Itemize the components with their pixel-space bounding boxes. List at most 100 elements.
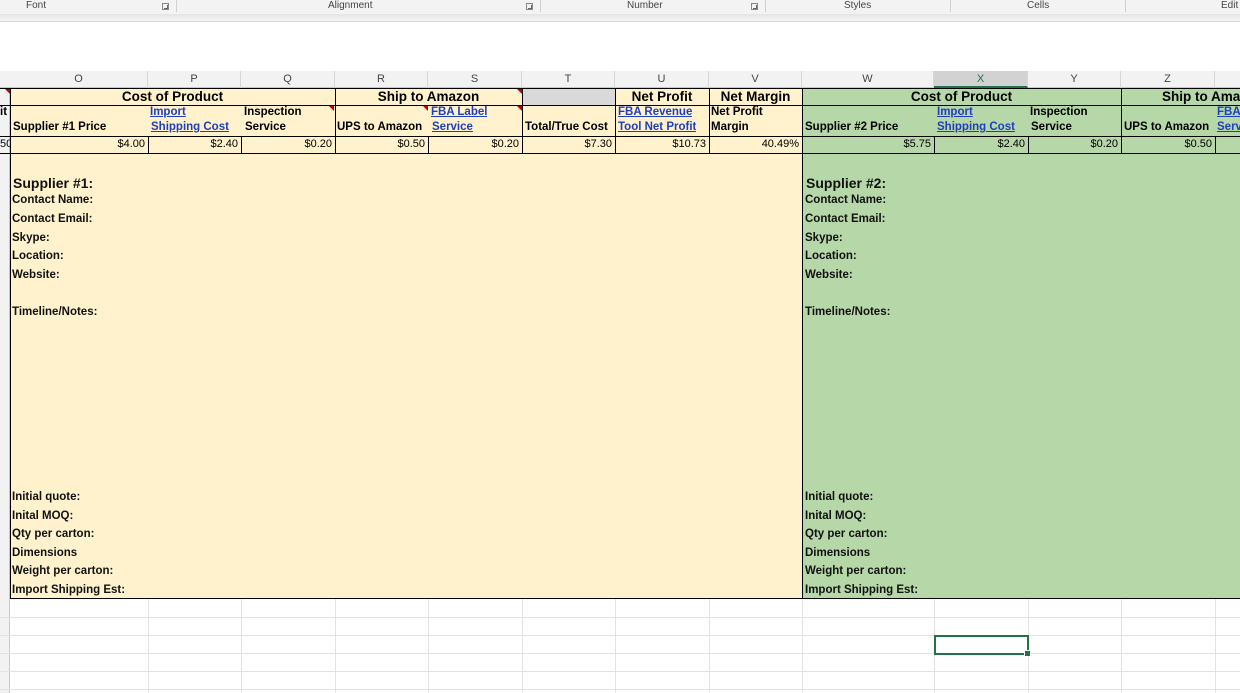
supplier-2-title[interactable]: Supplier #2: [806,175,886,191]
total-true-cost-label[interactable]: Total/True Cost [525,121,608,133]
supplier-2-skype[interactable]: Skype: [805,232,843,244]
net-profit-margin-label-line1[interactable]: Net Profit [711,106,763,118]
comment-indicator-icon [517,106,522,111]
cost-of-product-header-2[interactable]: Cost of Product [802,88,1121,105]
ups-to-amazon-label-2[interactable]: UPS to Amazon [1124,121,1209,133]
fba-label-service-link-line2[interactable]: Service [432,121,473,133]
cost-of-product-header-1[interactable]: Cost of Product [10,88,335,105]
fba-label-service-link-2-line2[interactable]: Serv [1217,121,1240,133]
supplier-1-weight-per-carton[interactable]: Weight per carton: [12,565,113,577]
supplier-2-dimensions[interactable]: Dimensions [805,547,870,559]
supplier-2-contact-email[interactable]: Contact Email: [805,213,886,225]
ship-to-amazon-header-2[interactable]: Ship to Ama [1162,88,1240,105]
fba-label-service-link-2-line1[interactable]: FBA [1217,106,1240,118]
supplier-1-timeline-notes[interactable]: Timeline/Notes: [12,306,97,318]
grid-line [428,599,429,693]
inspection-label-2-line1[interactable]: Inspection [1030,106,1088,118]
grid-line [522,599,523,693]
supplier-1-price-label[interactable]: Supplier #1 Price [13,121,106,133]
supplier-1-contact-name[interactable]: Contact Name: [12,194,93,206]
inspection-label-1-line2[interactable]: Service [245,121,286,133]
supplier-1-skype[interactable]: Skype: [12,232,50,244]
supplier-2-contact-name[interactable]: Contact Name: [805,194,886,206]
fba-label-service-link-line1[interactable]: FBA Label [431,106,487,118]
fba-revenue-tool-link-line1[interactable]: FBA Revenue [618,106,692,118]
import-shipping-link-2-line1[interactable]: Import [937,106,973,118]
net-margin-value[interactable]: 40.49% [709,138,802,150]
supplier-1-price-value[interactable]: $4.00 [10,138,148,150]
grid-line [1215,599,1216,693]
column-header-p[interactable]: P [148,71,241,88]
grid-line [0,635,1240,636]
ups-2-value[interactable]: $0.50 [1121,138,1215,150]
import-shipping-link-2-line2[interactable]: Shipping Cost [937,121,1015,133]
number-dialog-launcher-icon[interactable] [751,3,758,10]
supplier-2-initial-quote[interactable]: Initial quote: [805,491,873,503]
supplier-2-import-shipping-est[interactable]: Import Shipping Est: [805,584,918,596]
supplier-1-dimensions[interactable]: Dimensions [12,547,77,559]
ribbon-group-alignment: Alignment [328,0,373,11]
inspection-label-1-line1[interactable]: Inspection [244,106,302,118]
ups-to-amazon-label-1[interactable]: UPS to Amazon [337,121,422,133]
inspection-1-value[interactable]: $0.20 [241,138,335,150]
supplier-2-qty-per-carton[interactable]: Qty per carton: [805,528,887,540]
supplier-2-timeline-notes[interactable]: Timeline/Notes: [805,306,890,318]
border-line [802,88,803,599]
column-header-s[interactable]: S [428,71,522,88]
supplier-1-contact-email[interactable]: Contact Email: [12,213,93,225]
ups-1-value[interactable]: $0.50 [335,138,428,150]
column-header-t[interactable]: T [522,71,615,88]
supplier-1-website[interactable]: Website: [12,269,60,281]
fba-revenue-tool-link-line2[interactable]: Tool Net Profit [618,121,696,133]
ribbon-group-editing: Edit [1221,0,1239,11]
inspection-2-value[interactable]: $0.20 [1028,138,1121,150]
import-shipping-link-1-line1[interactable]: Import [150,106,186,118]
column-header-u[interactable]: U [615,71,709,88]
alignment-dialog-launcher-icon[interactable] [526,3,533,10]
ship-to-amazon-header-1[interactable]: Ship to Amazon [335,88,522,105]
supplier-2-weight-per-carton[interactable]: Weight per carton: [805,565,906,577]
supplier-2-moq[interactable]: Inital MOQ: [805,510,866,522]
supplier-1-qty-per-carton[interactable]: Qty per carton: [12,528,94,540]
grid-line [148,599,149,693]
column-header-x[interactable]: X [934,71,1028,88]
supplier-1-location[interactable]: Location: [12,250,64,262]
import-shipping-link-1-line2[interactable]: Shipping Cost [151,121,229,133]
partial-header-left: it [0,106,8,118]
border-line [1215,136,1216,153]
total-cost-value[interactable]: $7.30 [522,138,615,150]
partial-value-left: 50 [0,138,10,150]
border-line [0,153,1240,154]
comment-indicator-icon [329,106,334,111]
net-profit-header[interactable]: Net Profit [615,88,709,105]
net-profit-margin-label-line2[interactable]: Margin [711,121,749,133]
font-dialog-launcher-icon[interactable] [162,3,169,10]
supplier-1-initial-quote[interactable]: Initial quote: [12,491,80,503]
column-header-w[interactable]: W [802,71,934,88]
supplier-1-moq[interactable]: Inital MOQ: [12,510,73,522]
ribbon-group-number: Number [627,0,663,11]
column-header-y[interactable]: Y [1028,71,1121,88]
worksheet[interactable]: O P Q R S T U V W X Y Z it 50 Cost of Pr… [0,71,1240,693]
comment-indicator-icon [517,89,522,94]
column-header-o[interactable]: O [10,71,148,88]
supplier-2-location[interactable]: Location: [805,250,857,262]
column-header-r[interactable]: R [335,71,428,88]
net-margin-header[interactable]: Net Margin [709,88,802,105]
column-header-z[interactable]: Z [1121,71,1215,88]
import-shipping-2-value[interactable]: $2.40 [934,138,1028,150]
inspection-label-2-line2[interactable]: Service [1031,121,1072,133]
supplier-1-import-shipping-est[interactable]: Import Shipping Est: [12,584,125,596]
grid-line [335,599,336,693]
ribbon-separator [950,0,951,12]
fba-label-1-value[interactable]: $0.20 [428,138,522,150]
column-header-v[interactable]: V [709,71,802,88]
supplier-2-price-label[interactable]: Supplier #2 Price [805,121,898,133]
import-shipping-1-value[interactable]: $2.40 [148,138,241,150]
supplier-2-price-value[interactable]: $5.75 [802,138,934,150]
net-profit-value[interactable]: $10.73 [615,138,709,150]
supplier-2-website[interactable]: Website: [805,269,853,281]
column-header-q[interactable]: Q [241,71,335,88]
active-cell-selection[interactable] [934,635,1031,657]
supplier-1-title[interactable]: Supplier #1: [13,175,93,191]
